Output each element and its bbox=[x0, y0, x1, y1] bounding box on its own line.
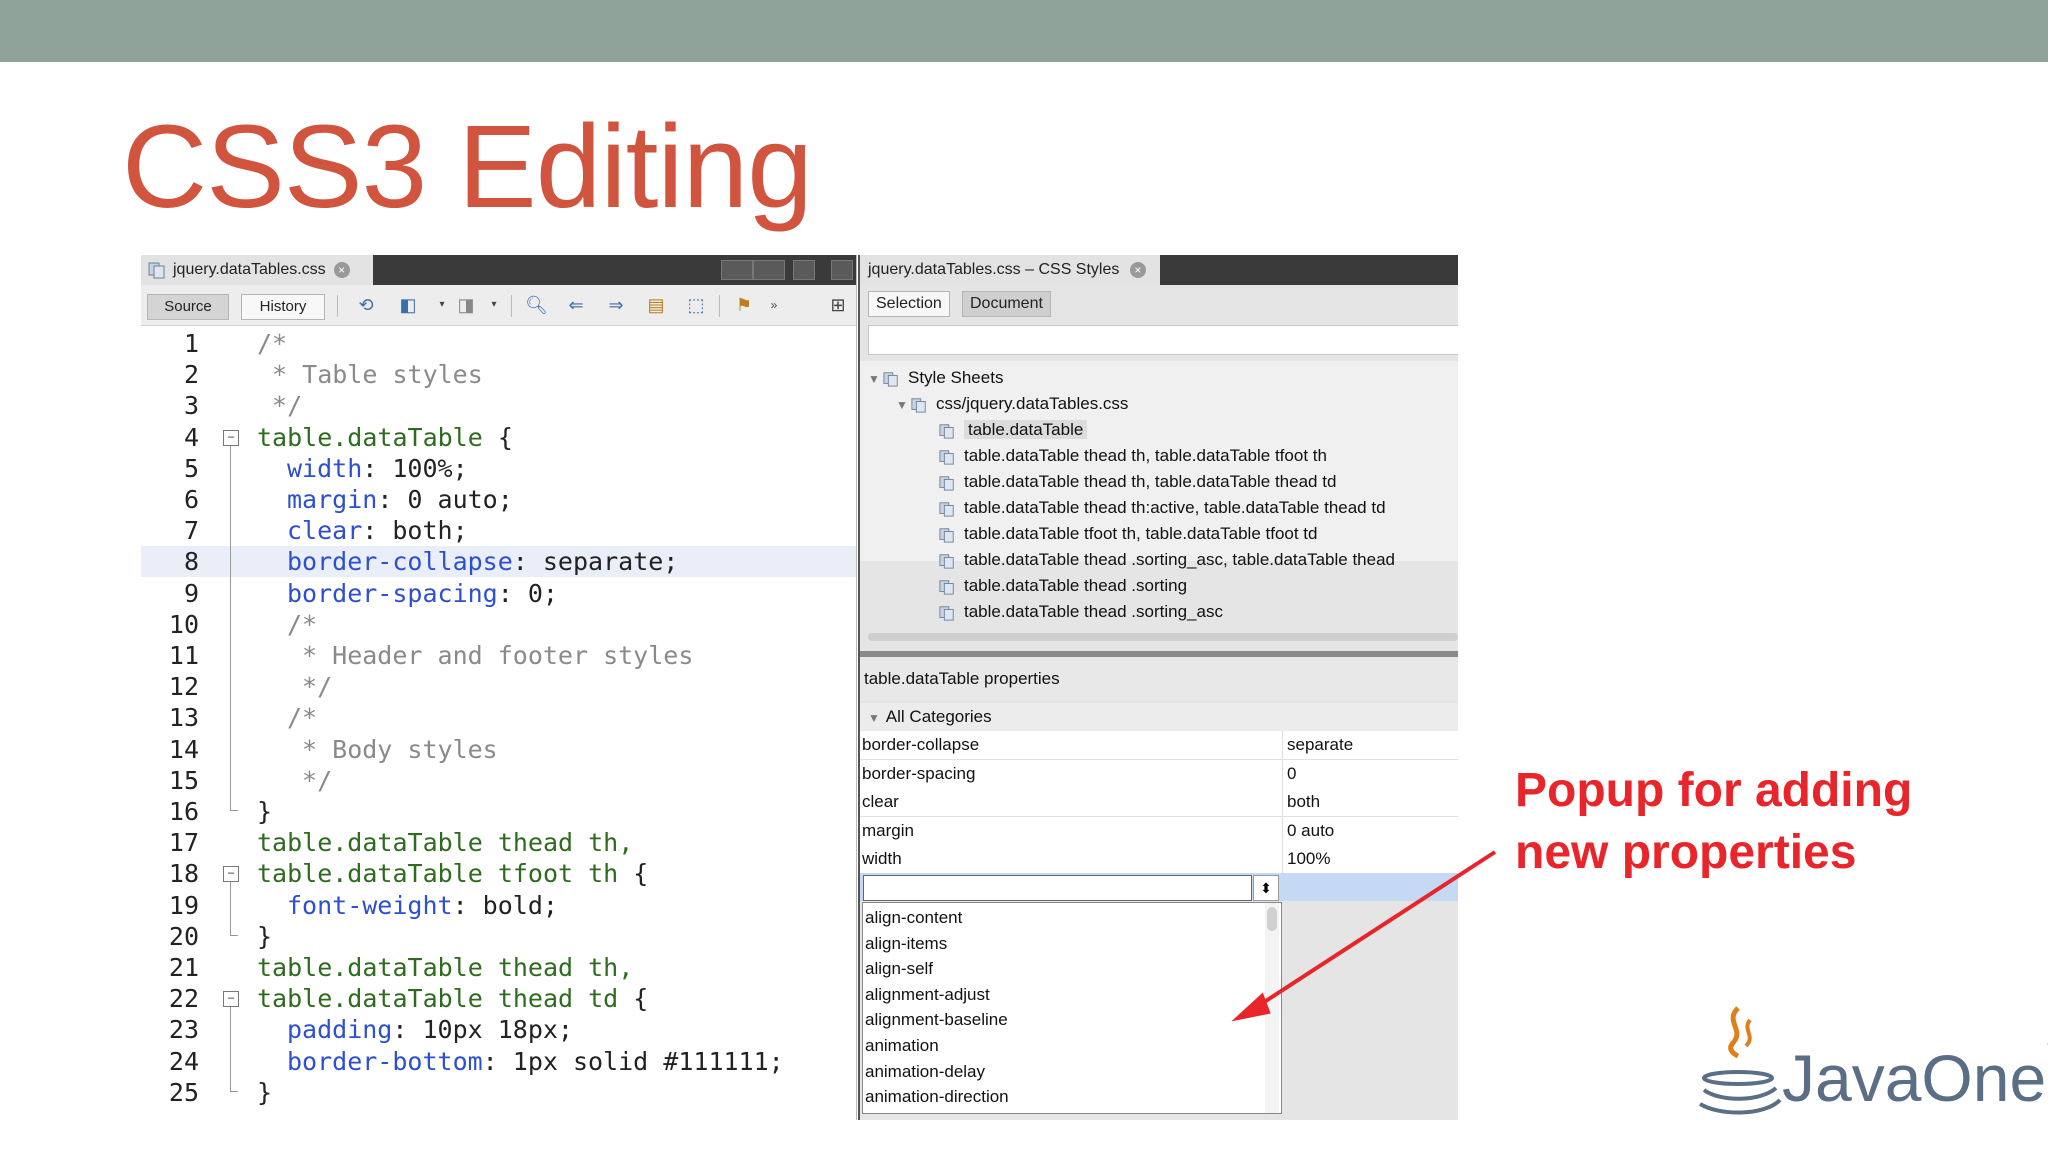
callout-line-2: new properties bbox=[1515, 826, 1857, 879]
callout-text: Popup for adding new properties bbox=[1515, 760, 1912, 884]
logo-wordmark: JavaOne bbox=[1782, 1041, 2047, 1115]
javaone-logo-text: JavaOne™ bbox=[1782, 1040, 2048, 1116]
callout-line-1: Popup for adding bbox=[1515, 764, 1913, 817]
callout-arrow bbox=[1231, 850, 1497, 1022]
